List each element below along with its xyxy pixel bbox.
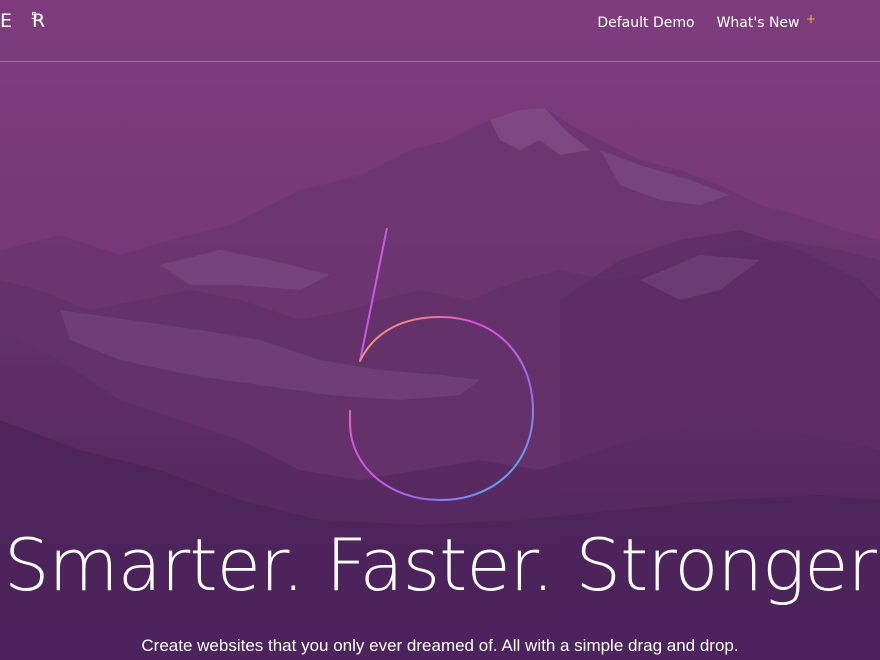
- main-nav: Default Demo What's New +: [597, 12, 816, 31]
- hero-headline: Smarter. Faster. Stronger: [3, 523, 877, 607]
- nav-item-label: What's New: [716, 15, 800, 31]
- nav-item-default-demo[interactable]: Default Demo: [597, 15, 694, 31]
- hero-subtitle: Create websites that you only ever dream…: [141, 636, 739, 655]
- nav-item-label: Default Demo: [597, 15, 695, 31]
- nav-item-whats-new[interactable]: What's New +: [716, 12, 816, 31]
- brand-logo[interactable]: E R: [0, 10, 52, 32]
- logo-text: E R: [0, 10, 53, 32]
- logo-version: 5: [31, 11, 38, 22]
- new-badge-icon: +: [805, 12, 816, 26]
- hero-section: E R 5 Default Demo What's New + Smarter.…: [0, 0, 880, 660]
- top-navigation-bar: E R 5 Default Demo What's New +: [0, 0, 880, 62]
- big-five-numeral: [349, 227, 535, 502]
